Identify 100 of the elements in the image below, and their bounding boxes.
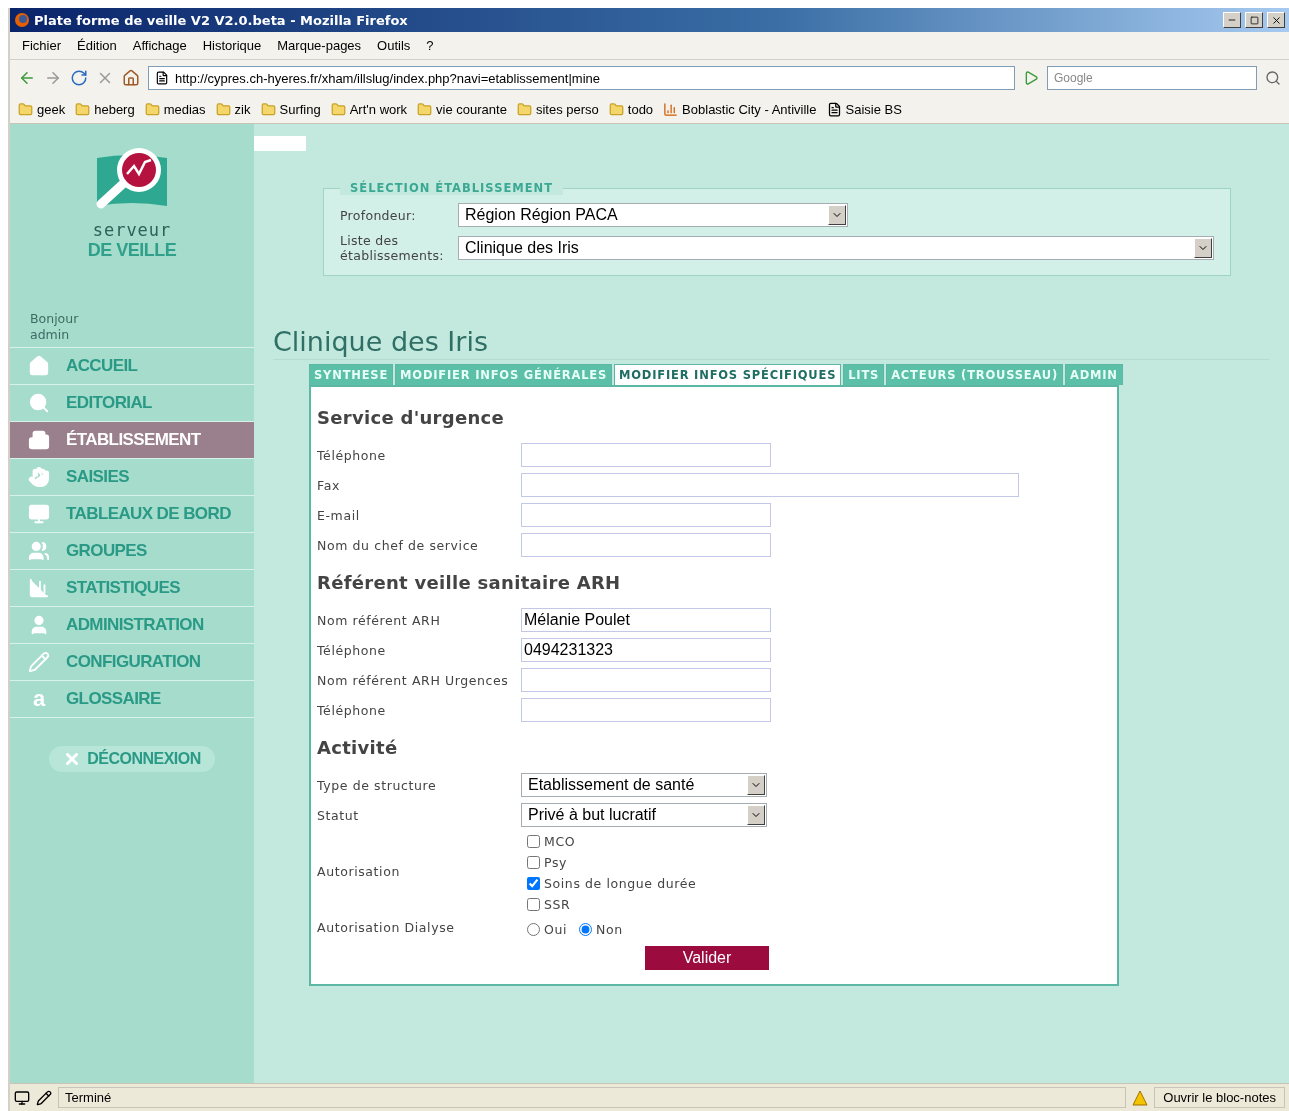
bookmark[interactable]: Saisie BS — [826, 102, 902, 117]
home-icon[interactable] — [122, 69, 140, 87]
nav-icon — [28, 503, 50, 525]
logo-text: serveur — [92, 220, 172, 240]
submit-button[interactable]: Valider — [645, 946, 769, 970]
reload-icon[interactable] — [70, 69, 88, 87]
menu-item[interactable]: Fichier — [14, 36, 69, 55]
field-label: Nom du chef de service — [317, 537, 480, 553]
checkbox-option[interactable]: Psy — [527, 855, 697, 870]
panel-legend: SÉLECTION ÉTABLISSEMENT — [340, 181, 564, 195]
bookmark[interactable]: medias — [144, 102, 206, 117]
checkbox-option[interactable]: SSR — [527, 897, 697, 912]
bookmark[interactable]: Art'n work — [330, 102, 408, 117]
search-icon[interactable] — [1265, 70, 1281, 86]
field-label: Liste des établissements: — [340, 233, 445, 263]
menu-item[interactable]: ? — [418, 36, 442, 55]
bookmark[interactable]: zik — [215, 102, 251, 117]
checkbox[interactable] — [527, 877, 540, 890]
field-label: E-mail — [317, 507, 361, 523]
input-field[interactable] — [521, 443, 771, 467]
nav-icon — [28, 577, 50, 599]
bookmark[interactable]: sites perso — [516, 102, 599, 117]
logo-text: DE VEILLE — [87, 240, 177, 261]
page-icon — [826, 102, 842, 117]
input-field[interactable] — [521, 473, 1019, 497]
maximize-button[interactable] — [1245, 12, 1263, 28]
search-field[interactable]: Google — [1047, 66, 1257, 90]
input-field[interactable] — [521, 503, 771, 527]
menu-item[interactable]: Historique — [194, 36, 270, 55]
dropdown[interactable]: Clinique des Iris — [458, 236, 1214, 260]
dropdown[interactable]: Région Région PACA — [458, 203, 848, 227]
field-label: Nom référent ARH — [317, 612, 442, 628]
letter-icon: a — [28, 686, 50, 712]
address-bar[interactable]: http://cypres.ch-hyeres.fr/xham/illslug/index.php?navi=etablissement|mine — [148, 66, 1015, 90]
checkbox-option[interactable]: Soins de longue durée — [527, 876, 697, 891]
go-icon[interactable] — [1023, 70, 1039, 86]
page-icon — [155, 71, 169, 85]
nav-icon — [28, 429, 50, 451]
nav-icon — [28, 651, 50, 673]
folder-icon — [516, 102, 532, 117]
checkbox[interactable] — [527, 856, 540, 869]
minimize-button[interactable] — [1223, 12, 1241, 28]
folder-icon — [18, 102, 33, 117]
page-title: Clinique des Iris — [273, 326, 1269, 360]
folder-icon — [260, 102, 276, 117]
menu-item[interactable]: Édition — [69, 36, 125, 55]
pencil-icon[interactable] — [36, 1089, 52, 1106]
input-field[interactable] — [521, 668, 771, 692]
maximize-icon — [1249, 15, 1259, 25]
close-icon — [1270, 14, 1282, 26]
radio-option[interactable]: Non — [579, 921, 623, 937]
checkbox[interactable] — [527, 898, 540, 911]
forward-icon[interactable] — [44, 69, 62, 87]
menu-item[interactable]: Outils — [369, 36, 419, 55]
menu-item[interactable]: Marque-pages — [269, 36, 370, 55]
status-text: Terminé — [58, 1087, 1127, 1108]
folder-icon — [330, 102, 346, 117]
folder-icon — [417, 102, 433, 117]
nav-icon — [28, 466, 50, 488]
bookmark[interactable]: geek — [18, 102, 66, 117]
back-icon[interactable] — [18, 69, 36, 87]
dropdown[interactable]: Etablissement de santé — [521, 773, 767, 797]
field-label: Téléphone — [317, 447, 387, 463]
notepad-button[interactable]: Ouvrir le bloc-notes — [1154, 1087, 1285, 1108]
dropdown[interactable]: Privé à but lucratif — [521, 803, 767, 827]
checkbox[interactable] — [527, 835, 540, 848]
window-title: Plate forme de veille V2 V2.0.beta - Mozilla Firefox — [34, 12, 409, 28]
nav-icon — [28, 540, 50, 562]
checkbox-option[interactable]: MCO — [527, 834, 697, 849]
folder-icon — [608, 102, 624, 117]
greeting: Bonjour admin — [30, 311, 80, 343]
bookmark[interactable]: Boblastic City - Antiville — [663, 102, 817, 117]
input-field[interactable] — [521, 698, 771, 722]
bookmark[interactable]: todo — [608, 102, 654, 117]
input-field[interactable]: 0494231323 — [521, 638, 771, 662]
radio-button[interactable] — [527, 922, 540, 936]
bookmark[interactable]: heberg — [75, 102, 135, 117]
field-label: Téléphone — [317, 702, 387, 718]
folder-icon — [75, 102, 91, 117]
field-label: Autorisation — [317, 863, 401, 879]
bookmark[interactable]: vie courante — [417, 102, 507, 117]
screen-icon[interactable] — [14, 1089, 30, 1106]
input-field[interactable]: Mélanie Poulet — [521, 608, 771, 632]
field-label: Fax — [317, 477, 341, 493]
field-label: Autorisation Dialyse — [317, 919, 456, 935]
bookmark[interactable]: Surfing — [260, 102, 321, 117]
close-button[interactable] — [1267, 12, 1285, 28]
field-label: Téléphone — [317, 642, 387, 658]
folder-icon — [144, 102, 160, 117]
warning-icon[interactable] — [1132, 1089, 1149, 1106]
field-label: Profondeur: — [340, 207, 417, 223]
field-label: Type de structure — [317, 777, 438, 793]
radio-button[interactable] — [579, 922, 593, 936]
radio-option[interactable]: Oui — [527, 921, 568, 937]
input-field[interactable] — [521, 533, 771, 557]
bar-chart-icon — [663, 102, 679, 117]
menu-item[interactable]: Affichage — [124, 36, 195, 55]
nav-item[interactable]: ÉTABLISSEMENT — [10, 422, 254, 459]
tab[interactable]: MODIFIER INFOS SPÉCIFIQUES — [614, 364, 842, 385]
field-label: Nom référent ARH Urgences — [317, 672, 510, 688]
